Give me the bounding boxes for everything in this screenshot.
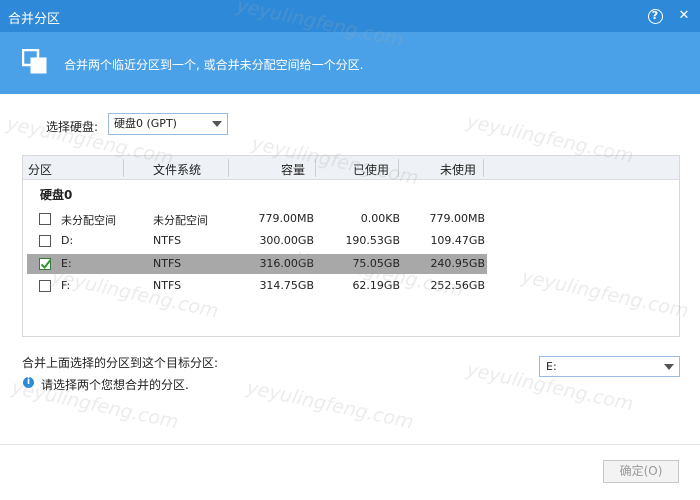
cell-used: 190.53GB <box>345 234 400 247</box>
row-checkbox[interactable] <box>39 280 51 292</box>
cell-partition: E: <box>61 257 72 270</box>
cell-used: 75.05GB <box>352 257 400 270</box>
merge-target-select[interactable]: E: <box>539 356 680 377</box>
merge-target-value: E: <box>546 360 557 373</box>
header-banner: 合并两个临近分区到一个, 或合并未分配空间给一个分区. <box>0 32 700 94</box>
cell-used: 62.19GB <box>352 279 400 292</box>
footer-divider <box>0 444 700 445</box>
cell-used: 0.00KB <box>360 212 400 225</box>
row-checkbox-checked[interactable] <box>39 258 52 270</box>
column-separator <box>123 159 124 177</box>
cell-filesystem: NTFS <box>153 257 182 270</box>
cell-free: 252.56GB <box>430 279 485 292</box>
cell-capacity: 300.00GB <box>259 234 314 247</box>
cell-free: 779.00MB <box>429 212 485 225</box>
info-icon: i <box>23 377 34 388</box>
chevron-down-icon <box>664 364 674 370</box>
title-bar: 合并分区 ? ✕ <box>0 0 700 32</box>
column-header-used[interactable]: 已使用 <box>353 161 389 178</box>
partition-table: 分区 文件系统 容量 已使用 未使用 硬盘0 未分配空间 未分配空间 779.0… <box>22 155 680 337</box>
cell-capacity: 314.75GB <box>259 279 314 292</box>
cell-filesystem: NTFS <box>153 279 182 292</box>
column-header-filesystem[interactable]: 文件系统 <box>153 161 201 178</box>
cell-free: 109.47GB <box>430 234 485 247</box>
window-title: 合并分区 <box>8 12 61 27</box>
merge-target-label: 合并上面选择的分区到这个目标分区: <box>22 356 219 370</box>
table-row[interactable]: 未分配空间 未分配空间 779.00MB 0.00KB 779.00MB <box>27 209 487 229</box>
watermark: yeyulingfeng.com <box>244 376 416 434</box>
cell-capacity: 779.00MB <box>258 212 314 225</box>
checkmark-icon <box>40 259 52 269</box>
column-separator <box>483 159 484 177</box>
disk-select[interactable]: 硬盘0 (GPT) <box>108 113 228 135</box>
banner-description: 合并两个临近分区到一个, 或合并未分配空间给一个分区. <box>64 58 364 72</box>
column-separator <box>228 159 229 177</box>
cell-filesystem: NTFS <box>153 234 182 247</box>
cell-capacity: 316.00GB <box>259 257 314 270</box>
close-icon[interactable]: ✕ <box>675 7 693 25</box>
merge-partitions-icon <box>22 49 47 74</box>
cell-free: 240.95GB <box>430 257 485 270</box>
cell-filesystem: 未分配空间 <box>153 214 208 227</box>
row-checkbox[interactable] <box>39 213 51 225</box>
column-header-capacity[interactable]: 容量 <box>281 161 305 178</box>
disk-group-label: 硬盘0 <box>40 188 73 202</box>
table-row-selected[interactable]: E: NTFS 316.00GB 75.05GB 240.95GB <box>27 254 487 274</box>
column-header-free[interactable]: 未使用 <box>440 161 476 178</box>
ok-button[interactable]: 确定(O) <box>603 460 679 483</box>
disk-select-value: 硬盘0 (GPT) <box>114 117 177 130</box>
row-checkbox[interactable] <box>39 235 51 247</box>
hint-text: 请选择两个您想合并的分区. <box>41 378 189 392</box>
table-header: 分区 文件系统 容量 已使用 未使用 <box>23 156 679 180</box>
column-header-partition[interactable]: 分区 <box>28 161 52 178</box>
table-row[interactable]: D: NTFS 300.00GB 190.53GB 109.47GB <box>27 231 487 251</box>
chevron-down-icon <box>212 121 222 127</box>
column-separator <box>398 159 399 177</box>
help-icon[interactable]: ? <box>646 7 664 25</box>
disk-select-label: 选择硬盘: <box>46 120 99 134</box>
column-separator <box>315 159 316 177</box>
cell-partition: D: <box>61 234 74 247</box>
table-row[interactable]: F: NTFS 314.75GB 62.19GB 252.56GB <box>27 276 487 296</box>
cell-partition: F: <box>61 279 71 292</box>
cell-partition: 未分配空间 <box>61 214 116 227</box>
